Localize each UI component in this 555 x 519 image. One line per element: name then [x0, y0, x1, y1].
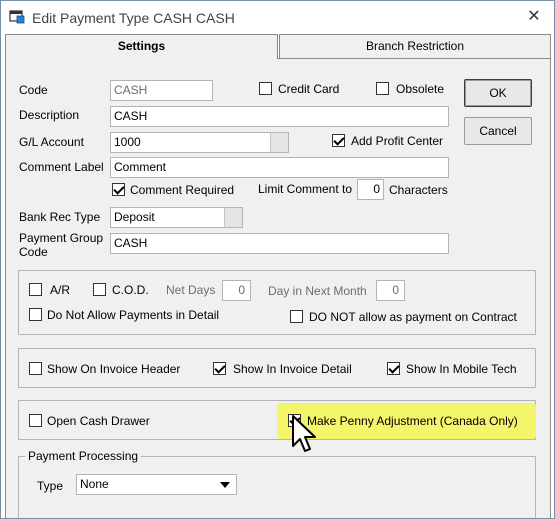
payment-group-code-field[interactable]: CASH	[110, 233, 449, 254]
not-payment-on-contract-label: DO NOT allow as payment on Contract	[309, 310, 517, 324]
chevron-down-icon[interactable]	[220, 482, 230, 488]
gl-account-field[interactable]: 1000	[110, 132, 289, 153]
characters-label: Characters	[389, 183, 448, 197]
no-payments-in-detail-checkbox[interactable]	[29, 308, 42, 321]
open-cash-drawer-label: Open Cash Drawer	[47, 414, 150, 428]
code-field[interactable]: CASH	[110, 80, 213, 101]
payment-group-code-label: Code	[19, 245, 48, 259]
comment-required-checkbox[interactable]	[112, 183, 125, 196]
no-payments-in-detail-label: Do Not Allow Payments in Detail	[47, 308, 220, 322]
limit-comment-field[interactable]: 0	[357, 179, 384, 200]
add-profit-center-checkbox[interactable]	[332, 134, 345, 147]
show-in-invoice-detail-checkbox[interactable]	[213, 362, 226, 375]
comment-label-label: Comment Label	[19, 160, 104, 174]
gl-account-lookup-button[interactable]	[270, 133, 288, 152]
type-label: Type	[37, 479, 64, 493]
penny-adjustment-label: Make Penny Adjustment (Canada Only)	[307, 414, 518, 428]
day-in-next-month-field[interactable]: 0	[376, 280, 405, 301]
not-payment-on-contract-checkbox[interactable]	[290, 310, 303, 323]
mouse-pointer-icon	[292, 415, 316, 452]
description-label: Description	[19, 108, 80, 122]
cancel-button[interactable]: Cancel	[464, 117, 532, 145]
comment-label-field[interactable]: Comment	[110, 157, 449, 178]
show-on-invoice-header-label: Show On Invoice Header	[47, 362, 181, 376]
tab-branch-restriction[interactable]: Branch Restriction	[279, 34, 551, 58]
limit-comment-label: Limit Comment to	[258, 182, 353, 196]
edit-payment-type-dialog: Edit Payment Type CASH CASH ✕ Settings B…	[0, 0, 555, 519]
ar-checkbox[interactable]	[29, 283, 42, 296]
title-bar: Edit Payment Type CASH CASH ✕	[1, 1, 554, 35]
cod-label: C.O.D.	[112, 283, 149, 297]
close-icon[interactable]: ✕	[525, 8, 543, 26]
comment-required-label: Comment Required	[130, 183, 235, 197]
net-days-label: Net Days	[166, 283, 216, 297]
ok-button[interactable]: OK	[464, 79, 532, 107]
credit-card-checkbox[interactable]	[259, 82, 272, 95]
bank-rec-type-dropdown-button[interactable]	[224, 208, 242, 227]
credit-card-label: Credit Card	[278, 82, 340, 96]
app-icon	[9, 10, 25, 24]
open-cash-drawer-checkbox[interactable]	[29, 414, 42, 427]
show-in-mobile-tech-checkbox[interactable]	[387, 362, 400, 375]
payment-processing-type-select[interactable]: None	[76, 474, 237, 495]
ar-label: A/R	[50, 283, 71, 297]
show-in-invoice-detail-label: Show In Invoice Detail	[233, 362, 352, 376]
gl-account-label: G/L Account	[19, 135, 84, 149]
code-label: Code	[19, 83, 48, 97]
add-profit-center-label: Add Profit Center	[351, 134, 444, 148]
show-in-mobile-tech-label: Show In Mobile Tech	[406, 362, 517, 376]
show-on-invoice-header-checkbox[interactable]	[29, 362, 42, 375]
net-days-field[interactable]: 0	[222, 280, 251, 301]
day-in-next-month-label: Day in Next Month	[268, 284, 367, 298]
payment-group-label: Payment Group	[19, 231, 104, 245]
cod-checkbox[interactable]	[93, 283, 106, 296]
obsolete-label: Obsolete	[396, 82, 445, 96]
obsolete-checkbox[interactable]	[376, 82, 389, 95]
description-field[interactable]: CASH	[110, 106, 449, 127]
bank-rec-type-label: Bank Rec Type	[19, 210, 101, 224]
payment-processing-legend: Payment Processing	[25, 449, 142, 463]
window-title: Edit Payment Type CASH CASH	[32, 10, 235, 26]
terms-group	[18, 270, 536, 335]
tab-settings[interactable]: Settings	[5, 34, 278, 59]
